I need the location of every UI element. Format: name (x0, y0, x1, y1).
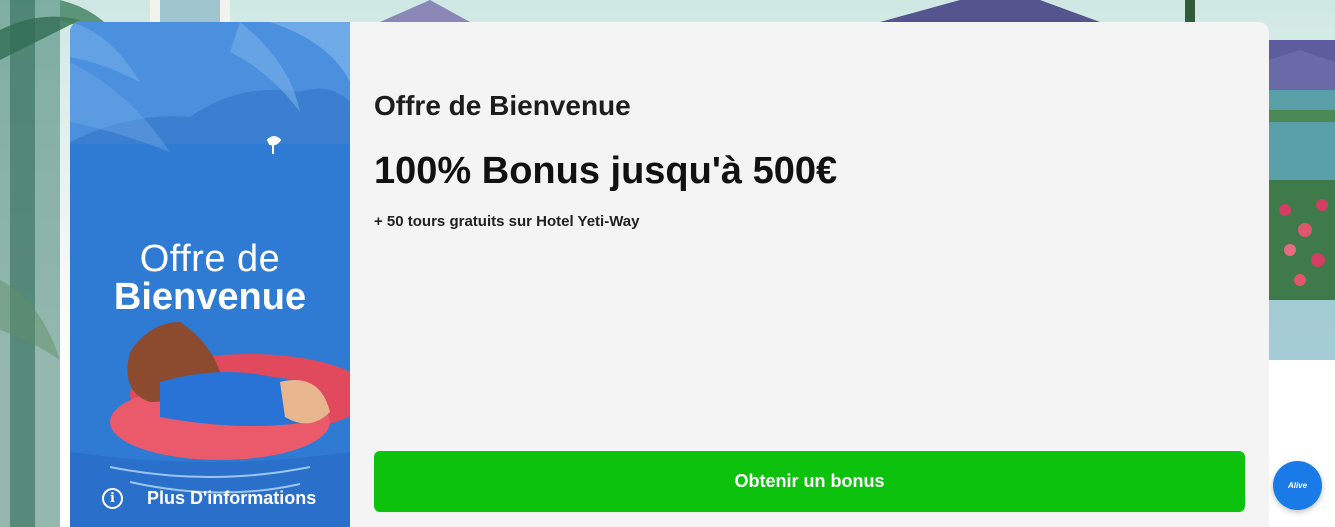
welcome-offer-card: Offre de Bienvenue i Plus D'informations… (70, 22, 1269, 527)
offer-amount: 100% Bonus jusqu'à 500€ (374, 150, 838, 192)
get-bonus-button[interactable]: Obtenir un bonus (374, 451, 1245, 512)
chat-widget-button[interactable]: Alive (1273, 461, 1322, 510)
promo-art-title-line2: Bienvenue (113, 276, 307, 318)
more-info-label: Plus D'informations (147, 488, 317, 508)
promo-art-title: Offre de Bienvenue (70, 240, 350, 316)
more-info-link[interactable]: i Plus D'informations (102, 488, 316, 509)
offer-heading: Offre de Bienvenue (374, 90, 631, 121)
chat-widget-logo: Alive (1287, 481, 1308, 490)
info-icon: i (102, 488, 123, 509)
offer-extra-spins: + 50 tours gratuits sur Hotel Yeti-Way (374, 213, 640, 230)
promo-art-title-line1: Offre de (139, 238, 281, 280)
promo-banner-art: Offre de Bienvenue i Plus D'informations (70, 22, 350, 527)
